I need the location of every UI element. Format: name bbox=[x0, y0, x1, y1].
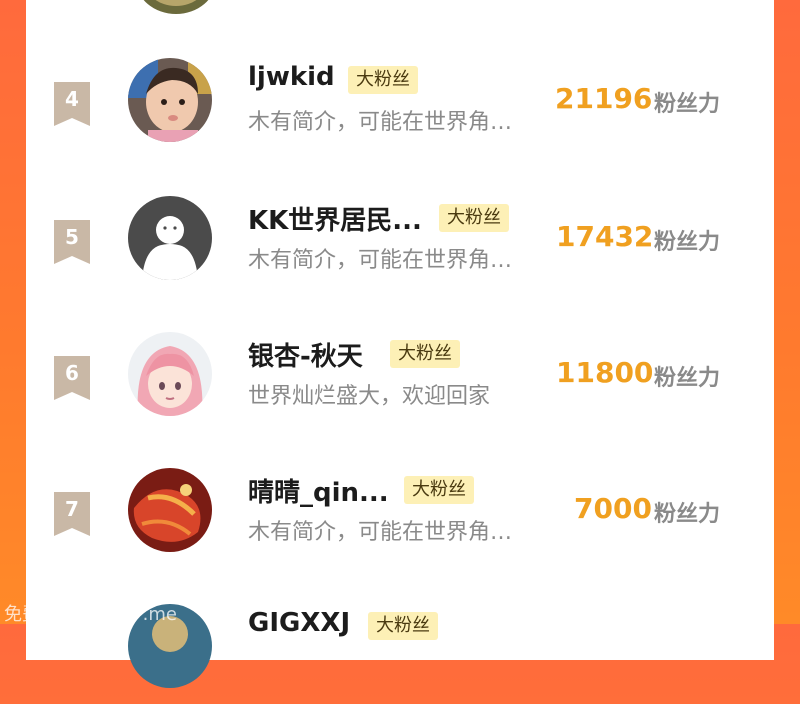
rank-tag: 5 bbox=[54, 220, 90, 264]
list-item[interactable]: 4 ljwkid 大粉丝 木有简介，可能在世界角… 21196 粉丝力 bbox=[26, 58, 774, 158]
fan-power-count: 21196 bbox=[555, 82, 653, 115]
user-intro: 木有简介，可能在世界角… bbox=[248, 248, 513, 273]
fan-level-badge: 大粉丝 bbox=[404, 476, 474, 504]
fan-power-label: 粉丝力 bbox=[654, 502, 721, 527]
fan-power-count: 17432 bbox=[556, 220, 654, 253]
fan-power-label: 粉丝力 bbox=[654, 366, 721, 391]
fan-level-badge: 大粉丝 bbox=[439, 204, 509, 232]
fan-level-badge: 大粉丝 bbox=[390, 340, 460, 368]
previous-row-avatar bbox=[136, 0, 216, 14]
rank-tag: 4 bbox=[54, 82, 90, 126]
user-intro: 木有简介，可能在世界角… bbox=[248, 520, 513, 545]
avatar[interactable] bbox=[128, 332, 212, 416]
avatar[interactable] bbox=[128, 468, 212, 552]
watermark: 免费看漫mw777.me bbox=[4, 604, 177, 625]
fan-power-count: 11800 bbox=[556, 356, 654, 389]
fan-level-badge: 大粉丝 bbox=[348, 66, 418, 94]
user-intro: 世界灿烂盛大，欢迎回家 bbox=[248, 384, 491, 409]
avatar[interactable] bbox=[128, 58, 212, 142]
user-name: KK世界居民... bbox=[248, 206, 422, 236]
user-intro: 木有简介，可能在世界角… bbox=[248, 110, 513, 135]
user-name: 晴晴_qin... bbox=[248, 478, 389, 508]
default-avatar-icon[interactable] bbox=[128, 196, 212, 280]
list-item[interactable]: 5 KK世界居民... 大粉丝 木有简介，可能在世界角… 17432 粉丝力 bbox=[26, 196, 774, 296]
fan-ranking-card: 4 ljwkid 大粉丝 木有简介，可能在世界角… 21196 粉丝力 5 KK… bbox=[26, 0, 774, 688]
user-name: GIGXXJ bbox=[248, 608, 351, 638]
fan-power-label: 粉丝力 bbox=[654, 230, 721, 255]
user-name: ljwkid bbox=[248, 62, 335, 92]
user-name: 银杏-秋天 bbox=[248, 342, 363, 372]
fan-power-label: 粉丝力 bbox=[654, 92, 721, 117]
rank-tag: 6 bbox=[54, 356, 90, 400]
list-item[interactable]: 7 晴晴_qin... 大粉丝 木有简介，可能在世界角… 7000 粉丝力 bbox=[26, 468, 774, 568]
list-item[interactable]: 6 银杏-秋天 大粉丝 世界灿烂盛大，欢迎回家 11800 粉丝力 bbox=[26, 332, 774, 432]
fan-level-badge: 大粉丝 bbox=[368, 612, 438, 640]
fan-power-count: 7000 bbox=[574, 492, 652, 525]
rank-tag: 7 bbox=[54, 492, 90, 536]
